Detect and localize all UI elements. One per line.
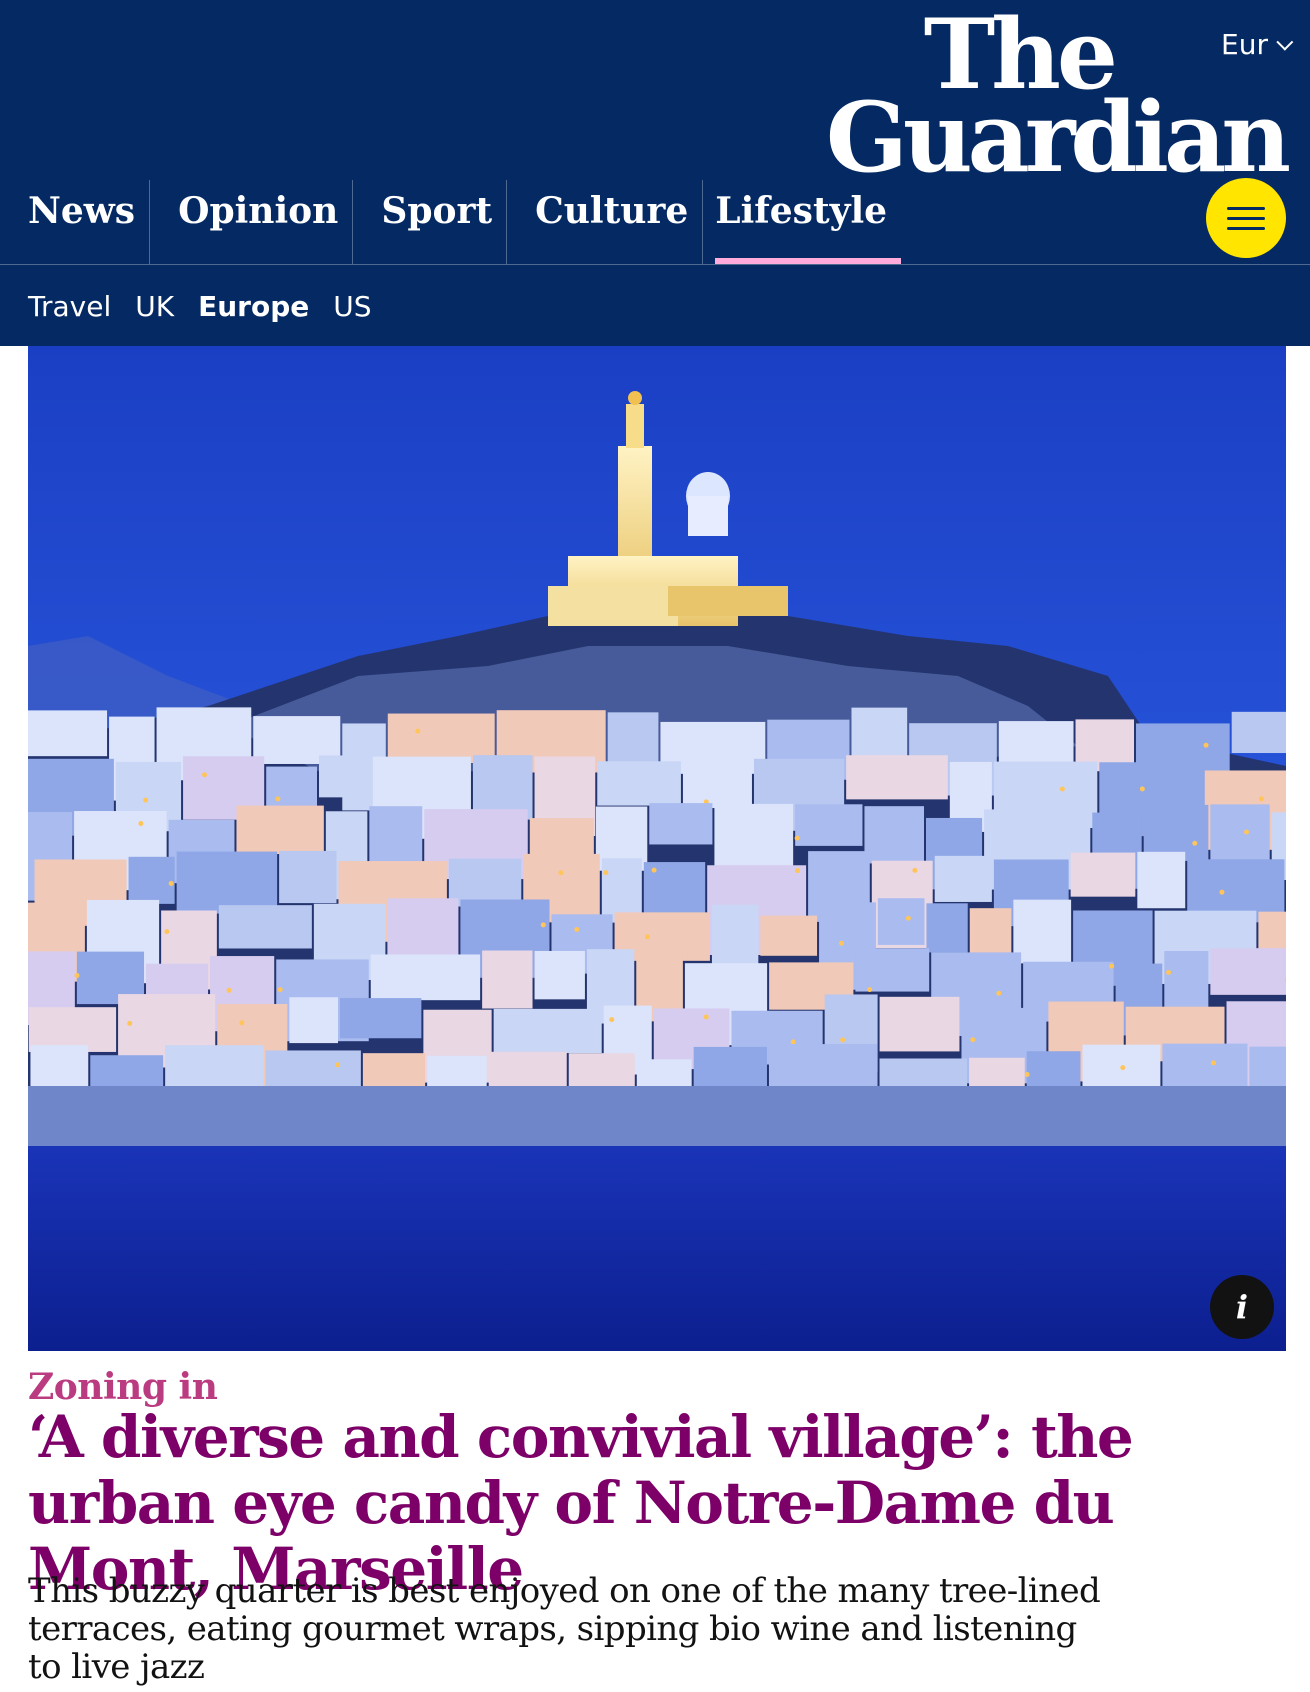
pillar-culture-label: Culture <box>535 190 689 232</box>
pillar-news-label: News <box>28 190 136 232</box>
hamburger-icon-bar <box>1227 216 1265 220</box>
subnav-item-us[interactable]: US <box>333 290 371 323</box>
pillar-lifestyle-label: Lifestyle <box>715 190 888 232</box>
marseille-cityscape-photo <box>28 346 1286 1351</box>
subnav-item-europe[interactable]: Europe <box>198 290 309 323</box>
article-kicker[interactable]: Zoning in <box>28 1366 218 1408</box>
info-icon: i <box>1235 1288 1249 1326</box>
pillar-opinion-label: Opinion <box>178 190 339 232</box>
nav-divider <box>0 264 1310 265</box>
hero-image: i <box>28 346 1286 1351</box>
menu-button[interactable] <box>1206 178 1286 258</box>
pillar-lifestyle[interactable]: Lifestyle <box>702 180 902 264</box>
image-info-button[interactable]: i <box>1210 1275 1274 1339</box>
pillar-opinion[interactable]: Opinion <box>149 180 352 264</box>
pillar-nav: News Opinion Sport Culture Lifestyle <box>0 180 902 264</box>
hamburger-icon-bar <box>1227 226 1265 230</box>
logo-line-2: Guardian <box>825 80 1291 194</box>
pillar-sport-label: Sport <box>381 190 493 232</box>
hamburger-icon-bar <box>1227 206 1265 210</box>
pillar-culture[interactable]: Culture <box>506 180 702 264</box>
subnav-item-uk[interactable]: UK <box>135 290 174 323</box>
pillar-news[interactable]: News <box>0 180 149 264</box>
guardian-logo[interactable]: The Guardian <box>825 7 1291 194</box>
subnav-item-travel[interactable]: Travel <box>28 290 111 323</box>
pillar-sport[interactable]: Sport <box>352 180 506 264</box>
sub-nav: Travel UK Europe US <box>28 290 372 323</box>
article-standfirst: This buzzy quarter is best enjoyed on on… <box>28 1571 1101 1687</box>
site-header: Eur The Guardian News Opinion Sport Cult… <box>0 0 1310 346</box>
